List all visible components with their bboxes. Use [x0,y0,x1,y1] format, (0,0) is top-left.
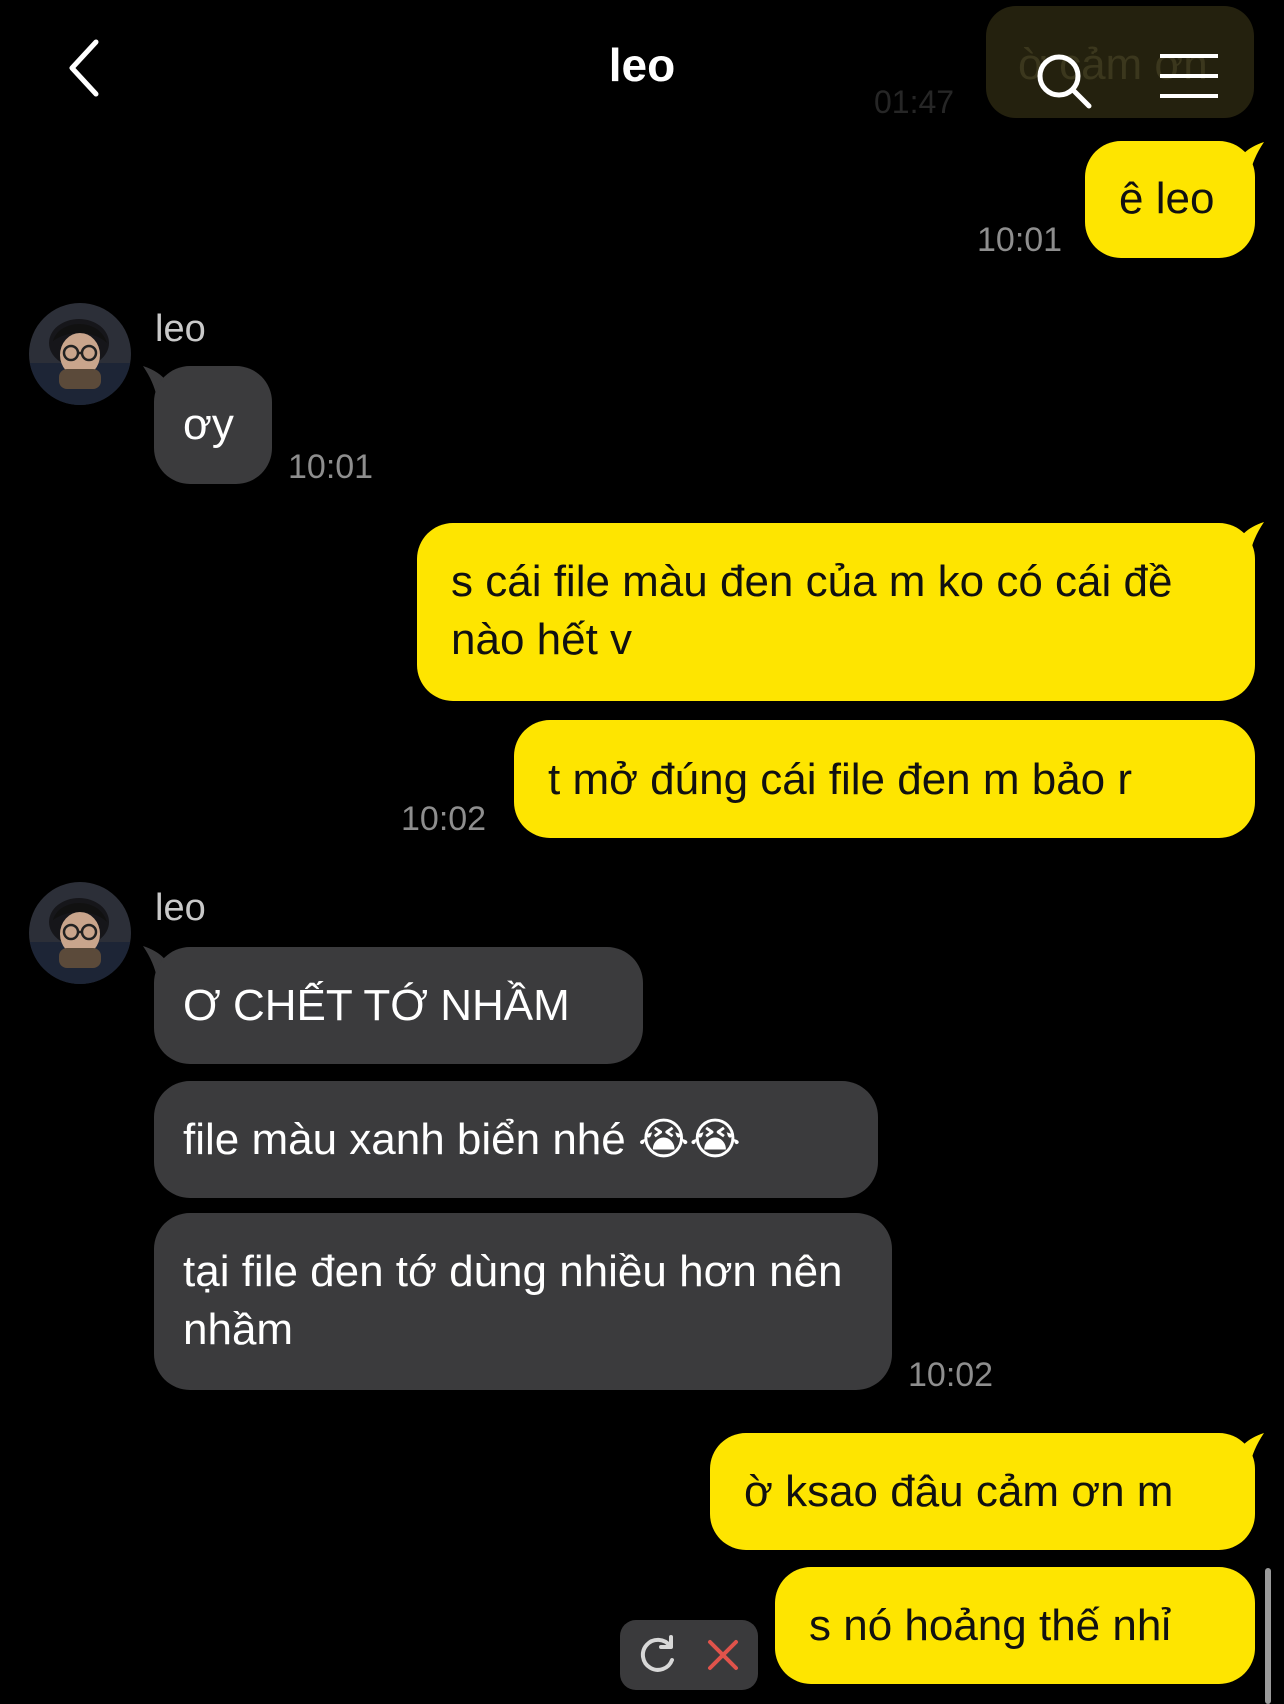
message-bubble[interactable]: Ơ CHẾT TỚ NHẦM [154,947,643,1064]
message-bubble[interactable]: tại file đen tớ dùng nhiều hơn nên nhầm [154,1213,892,1390]
sender-name: leo [155,887,206,929]
hamburger-menu-icon [1160,54,1218,98]
retry-button[interactable] [634,1632,680,1678]
message-bubble[interactable]: s cái file màu đen của m ko có cái đề nà… [417,523,1255,701]
message-time: 10:01 [977,221,1063,259]
message-bubble[interactable]: s nó hoảng thế nhỉ [775,1567,1255,1684]
message-bubble[interactable]: ờ ksao đâu cảm ơn m [710,1433,1255,1550]
retry-icon [640,1635,674,1672]
message-text: tại file đen tớ dùng nhiều hơn nên nhầm [183,1247,843,1354]
search-icon [1037,54,1092,109]
message-text: ê leo [1119,174,1215,223]
message-text: t mở đúng cái file đen m bảo r [548,755,1133,804]
delete-failed-button[interactable] [700,1632,746,1678]
message-time: 10:01 [288,448,374,486]
message-text: Ơ CHẾT TỚ NHẦM [183,981,570,1030]
message-bubble[interactable]: ê leo [1085,141,1255,258]
message-bubble[interactable]: t mở đúng cái file đen m bảo r [514,720,1255,838]
chat-screen: ờ cảm ơn 01:47 leo ê leo 10:01 leo ơy 10… [0,0,1284,1704]
message-time: 10:02 [908,1356,994,1394]
message-bubble[interactable]: ơy [154,366,272,484]
close-icon [708,1640,738,1670]
message-text: s nó hoảng thế nhỉ [809,1601,1172,1650]
search-button[interactable] [1035,52,1093,110]
avatar-photo [29,882,131,984]
send-failed-actions [620,1620,758,1690]
avatar[interactable] [29,882,131,984]
avatar-photo [29,303,131,405]
message-bubble[interactable]: file màu xanh biển nhé 😭😭 [154,1081,878,1198]
message-text: ơy [183,400,234,449]
message-text: file màu xanh biển nhé 😭😭 [183,1115,741,1164]
avatar[interactable] [29,303,131,405]
message-time: 10:02 [401,800,487,838]
sender-name: leo [155,308,206,350]
scrollbar-thumb[interactable] [1265,1568,1271,1704]
message-text: s cái file màu đen của m ko có cái đề nà… [451,557,1173,664]
menu-button[interactable] [1158,52,1220,100]
message-text: ờ ksao đâu cảm ơn m [744,1467,1174,1516]
